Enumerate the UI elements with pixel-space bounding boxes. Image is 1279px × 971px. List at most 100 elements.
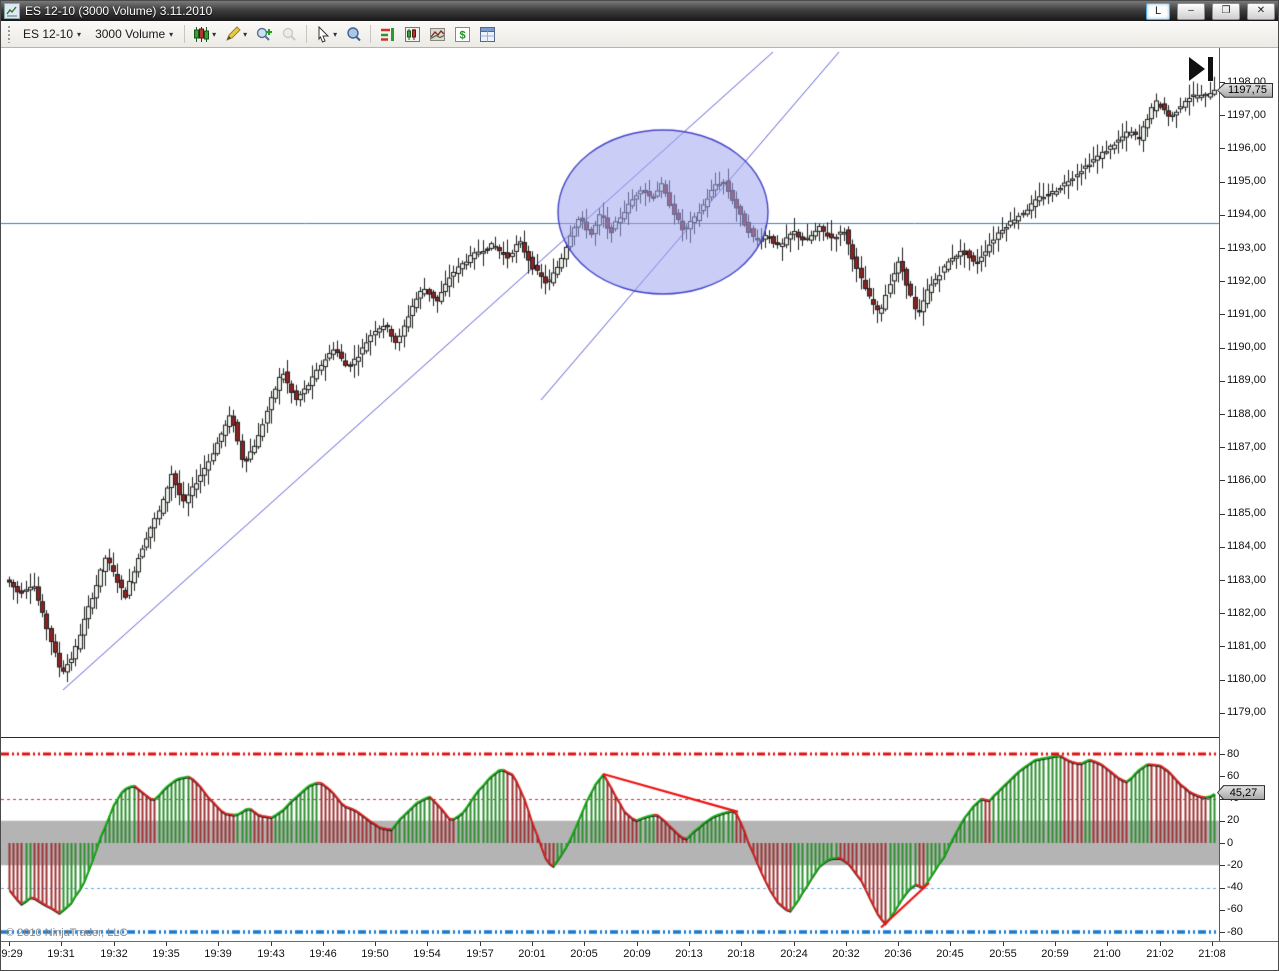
time-tick-label: 20:45 [936,948,964,960]
minimize-button[interactable]: – [1177,2,1205,20]
price-panel-canvas[interactable] [1,48,1219,737]
time-tick [218,942,219,946]
window-title: ES 12-10 (3000 Volume) 3.11.2010 [25,4,213,18]
time-tick [584,942,585,946]
time-tick [532,942,533,946]
dollar-icon: $ [455,26,471,42]
data-grid-button[interactable] [475,23,500,46]
time-tick-label: 19:32 [100,948,128,960]
time-tick-label: 20:09 [623,948,651,960]
panel-divider[interactable] [1,737,1219,738]
cursor-arrow-icon [318,25,330,43]
fundamental-data-button[interactable]: $ [450,23,475,46]
oscillator-value-marker: 45,27 [1217,785,1265,801]
price-tick [1220,115,1225,116]
oscillator-tick [1220,888,1225,889]
time-tick [898,942,899,946]
time-tick-label: 21:08 [1198,948,1226,960]
time-axis[interactable]: 19:29 19:31 19:32 19:35 19:39 19:43 19:46 19:50… [1,941,1278,970]
price-tick-label: 1185,00 [1227,507,1266,520]
zoom-in-button[interactable] [251,23,277,46]
time-tick-label: 19:31 [47,948,75,960]
oscillator-panel-canvas[interactable] [1,739,1219,941]
price-tick [1220,613,1225,614]
price-tick-label: 1181,00 [1227,639,1266,652]
time-tick [375,942,376,946]
price-tick [1220,514,1225,515]
time-tick [323,942,324,946]
time-tick [271,942,272,946]
time-tick [741,942,742,946]
chevron-down-icon: ▾ [212,29,217,39]
toolbar-grip-handle[interactable] [6,25,13,43]
time-tick-label: 20:13 [675,948,703,960]
time-tick [950,942,951,946]
price-tick [1220,348,1225,349]
chart-trader-icon [405,26,421,42]
oscillator-tick [1220,865,1225,866]
price-tick-label: 1186,00 [1227,473,1266,486]
time-tick [794,942,795,946]
price-tick [1220,148,1225,149]
toolbar-separator [184,25,186,43]
oscillator-tick [1220,821,1225,822]
toolbar-separator [370,25,372,43]
snapshot-icon [430,27,446,41]
oscillator-tick-label: -40 [1227,881,1243,893]
chart-trader-button[interactable] [400,23,425,46]
chart-style-button[interactable]: ▾ [189,23,220,46]
time-tick [1160,942,1161,946]
oscillator-tick [1220,776,1225,777]
close-button[interactable]: ✕ [1247,2,1275,20]
price-tick-label: 1184,00 [1227,540,1266,553]
price-tick [1220,646,1225,647]
oscillator-tick-label: 20 [1227,814,1240,827]
price-tick-label: 1192,00 [1227,274,1266,287]
oscillator-tick-label: 0 [1227,836,1234,849]
time-tick-label: 19:29 [1,948,23,960]
price-tick-label: 1191,00 [1227,307,1266,320]
link-button[interactable]: L [1146,2,1170,20]
time-tick-label: 19:54 [413,948,441,960]
time-tick-label: 21:00 [1093,948,1121,960]
time-tick [114,942,115,946]
oscillator-tick-label: -60 [1227,903,1243,916]
instrument-label: ES 12-10 [23,27,74,41]
cursor-button[interactable]: ▾ [311,23,341,46]
oscillator-tick-label: 60 [1227,769,1240,782]
time-tick-label: 20:01 [518,948,546,960]
snapshot-button[interactable] [425,23,450,46]
oscillator-tick-label: 80 [1227,747,1240,760]
indicators-button[interactable] [375,23,400,46]
candlestick-style-icon [194,26,210,42]
magnifier-button[interactable] [341,23,366,46]
drawing-tools-button[interactable]: ▾ [220,23,251,46]
title-bar[interactable]: ES 12-10 (3000 Volume) 3.11.2010 L – ❐ ✕ [1,1,1278,21]
time-tick-label: 20:32 [832,948,860,960]
interval-selector[interactable]: 3000 Volume ▾ [88,24,180,44]
data-grid-icon [480,26,496,42]
price-tick [1220,480,1225,481]
time-tick [480,942,481,946]
instrument-selector[interactable]: ES 12-10 ▾ [16,24,88,44]
time-tick [9,942,10,946]
time-tick [846,942,847,946]
price-tick [1220,447,1225,448]
time-tick [1107,942,1108,946]
price-tick [1220,680,1225,681]
chevron-down-icon: ▾ [333,29,338,39]
time-tick-label: 19:46 [309,948,337,960]
pencil-icon [226,25,241,41]
time-tick [1212,942,1213,946]
restore-button[interactable]: ❐ [1212,2,1240,20]
go-to-last-bar-icon[interactable] [1187,56,1217,82]
price-tick-label: 1193,00 [1227,241,1266,254]
price-tick [1220,547,1225,548]
oscillator-tick-label: -80 [1227,925,1243,938]
time-tick [61,942,62,946]
chevron-down-icon: ▾ [169,29,174,39]
time-tick-label: 21:02 [1146,948,1174,960]
time-tick-label: 19:57 [466,948,494,960]
copyright-text: © 2010 NinjaTrader, LLC [6,927,128,939]
chevron-down-icon: ▾ [243,29,248,39]
